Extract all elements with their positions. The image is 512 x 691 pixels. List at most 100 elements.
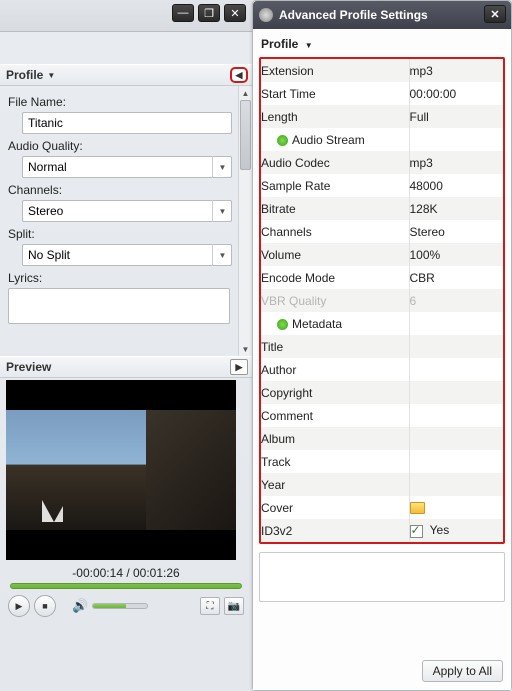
- checkbox-icon[interactable]: [410, 525, 423, 538]
- settings-row[interactable]: Title: [261, 335, 503, 358]
- dropdown-icon: ▼: [305, 41, 313, 50]
- setting-value[interactable]: 6: [409, 289, 503, 312]
- setting-value[interactable]: [409, 473, 503, 496]
- setting-key: Channels: [261, 225, 312, 239]
- settings-row[interactable]: Channels Stereo: [261, 220, 503, 243]
- channels-select[interactable]: [22, 200, 232, 222]
- setting-value[interactable]: 48000: [409, 174, 503, 197]
- setting-key: Year: [261, 478, 285, 492]
- chevron-down-icon[interactable]: ▼: [212, 156, 232, 178]
- scroll-thumb[interactable]: [240, 100, 251, 170]
- settings-row[interactable]: ID3v2 Yes: [261, 519, 503, 542]
- setting-key: Audio Stream: [292, 133, 365, 147]
- preview-section-header[interactable]: Preview ▶: [0, 356, 252, 378]
- setting-value[interactable]: [409, 312, 503, 335]
- setting-value[interactable]: 128K: [409, 197, 503, 220]
- advanced-titlebar: Advanced Profile Settings ✕: [253, 1, 511, 29]
- split-select[interactable]: [22, 244, 232, 266]
- settings-row[interactable]: Extension mp3: [261, 59, 503, 82]
- setting-key: Encode Mode: [261, 271, 335, 285]
- setting-value[interactable]: mp3: [409, 59, 503, 82]
- setting-key: Copyright: [261, 386, 312, 400]
- settings-table: Extension mp3Start Time 00:00:00Length F…: [261, 59, 503, 542]
- setting-key: Author: [261, 363, 296, 377]
- dropdown-icon: ▼: [47, 71, 55, 80]
- profile-section-header[interactable]: Profile ▼ ◀: [0, 64, 252, 86]
- snapshot-button[interactable]: 📷: [224, 597, 244, 615]
- setting-value[interactable]: [409, 335, 503, 358]
- chevron-down-icon[interactable]: ▼: [212, 244, 232, 266]
- maximize-button[interactable]: ❐: [198, 4, 220, 22]
- setting-value[interactable]: [409, 381, 503, 404]
- settings-row[interactable]: Author: [261, 358, 503, 381]
- setting-value[interactable]: 00:00:00: [409, 82, 503, 105]
- collapse-left-button[interactable]: ◀: [230, 67, 248, 83]
- setting-key: ID3v2: [261, 524, 292, 538]
- settings-row[interactable]: Sample Rate 48000: [261, 174, 503, 197]
- stop-button[interactable]: ■: [34, 595, 56, 617]
- advanced-settings-panel: Advanced Profile Settings ✕ Profile ▼ Ex…: [252, 0, 512, 691]
- form-scrollbar[interactable]: ▲ ▼: [238, 86, 252, 356]
- settings-row[interactable]: Volume 100%: [261, 243, 503, 266]
- profile-dropdown[interactable]: Profile ▼: [253, 29, 511, 57]
- setting-value[interactable]: [409, 404, 503, 427]
- settings-row[interactable]: Metadata: [261, 312, 503, 335]
- settings-row[interactable]: VBR Quality 6: [261, 289, 503, 312]
- setting-value[interactable]: [409, 427, 503, 450]
- advanced-close-button[interactable]: ✕: [484, 5, 506, 23]
- scroll-up-icon[interactable]: ▲: [239, 86, 252, 100]
- setting-value[interactable]: 100%: [409, 243, 503, 266]
- settings-row[interactable]: Year: [261, 473, 503, 496]
- settings-row[interactable]: Length Full: [261, 105, 503, 128]
- close-button[interactable]: ✕: [224, 4, 246, 22]
- settings-row[interactable]: Encode Mode CBR: [261, 266, 503, 289]
- volume-slider[interactable]: [92, 603, 148, 609]
- split-label: Split:: [8, 227, 246, 241]
- setting-value[interactable]: [409, 358, 503, 381]
- volume-icon[interactable]: 🔊: [72, 598, 88, 614]
- setting-value[interactable]: [409, 496, 503, 519]
- expand-preview-button[interactable]: ▶: [230, 359, 248, 375]
- profile-header-label: Profile: [6, 68, 43, 82]
- setting-value[interactable]: [409, 128, 503, 151]
- gear-icon: [259, 8, 273, 22]
- settings-row[interactable]: Audio Codec mp3: [261, 151, 503, 174]
- settings-row[interactable]: Bitrate 128K: [261, 197, 503, 220]
- setting-value[interactable]: CBR: [409, 266, 503, 289]
- play-button[interactable]: ▶: [8, 595, 30, 617]
- settings-row[interactable]: Album: [261, 427, 503, 450]
- setting-key: Extension: [261, 64, 314, 78]
- settings-row[interactable]: Track: [261, 450, 503, 473]
- playback-time: -00:00:14 / 00:01:26: [0, 566, 252, 580]
- settings-row[interactable]: Copyright: [261, 381, 503, 404]
- expand-icon[interactable]: [277, 135, 288, 146]
- setting-key: Title: [261, 340, 283, 354]
- setting-value[interactable]: [409, 450, 503, 473]
- setting-value[interactable]: Full: [409, 105, 503, 128]
- setting-value[interactable]: Stereo: [409, 220, 503, 243]
- settings-row[interactable]: Start Time 00:00:00: [261, 82, 503, 105]
- folder-icon[interactable]: [410, 502, 425, 514]
- video-preview: [6, 380, 236, 560]
- settings-row[interactable]: Cover: [261, 496, 503, 519]
- setting-value[interactable]: mp3: [409, 151, 503, 174]
- fullscreen-button[interactable]: ⛶: [200, 597, 220, 615]
- audio-quality-select[interactable]: [22, 156, 232, 178]
- setting-key: Album: [261, 432, 295, 446]
- setting-key: VBR Quality: [261, 294, 326, 308]
- file-name-input[interactable]: [22, 112, 232, 134]
- lyrics-textarea[interactable]: [8, 288, 230, 324]
- settings-row[interactable]: Audio Stream: [261, 128, 503, 151]
- setting-key: Bitrate: [261, 202, 296, 216]
- player-controls: ▶ ■ 🔊 ⛶ 📷: [0, 589, 252, 623]
- description-box[interactable]: [259, 552, 505, 602]
- apply-to-all-button[interactable]: Apply to All: [422, 660, 503, 682]
- scroll-down-icon[interactable]: ▼: [239, 342, 252, 356]
- setting-key: Track: [261, 455, 291, 469]
- minimize-button[interactable]: —: [172, 4, 194, 22]
- setting-key: Comment: [261, 409, 313, 423]
- expand-icon[interactable]: [277, 319, 288, 330]
- setting-value[interactable]: Yes: [409, 519, 503, 542]
- settings-row[interactable]: Comment: [261, 404, 503, 427]
- chevron-down-icon[interactable]: ▼: [212, 200, 232, 222]
